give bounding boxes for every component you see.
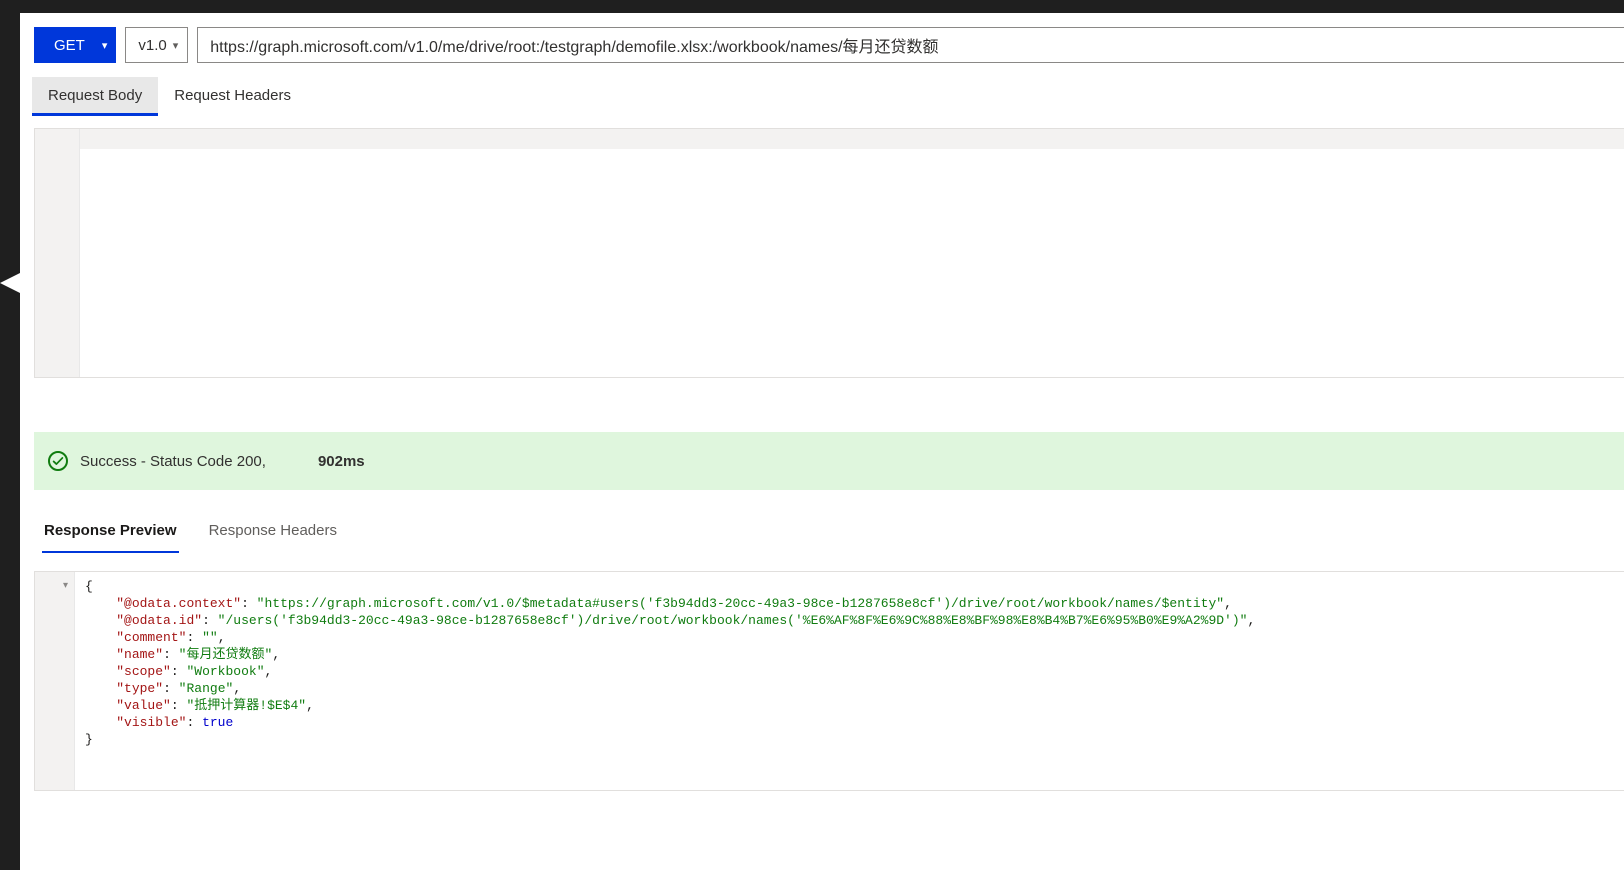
api-version-select[interactable]: v1.0 ▾ <box>125 27 188 63</box>
status-bar: Success - Status Code 200, 902ms <box>34 432 1624 490</box>
request-url-input[interactable] <box>197 27 1624 63</box>
response-json[interactable]: { "@odata.context": "https://graph.micro… <box>75 572 1624 790</box>
tab-label: Response Headers <box>209 522 337 539</box>
tab-response-headers[interactable]: Response Headers <box>193 512 353 553</box>
tab-request-body[interactable]: Request Body <box>32 77 158 116</box>
query-bar: GET ▾ v1.0 ▾ <box>20 13 1624 63</box>
success-icon <box>48 451 68 471</box>
editor-gutter <box>35 129 80 377</box>
tab-response-preview[interactable]: Response Preview <box>28 512 193 553</box>
response-gutter: ▾ <box>35 572 75 790</box>
response-tabs: Response Preview Response Headers <box>20 490 1624 553</box>
tab-request-headers[interactable]: Request Headers <box>158 77 307 116</box>
chevron-down-icon: ▾ <box>173 39 179 52</box>
tab-label: Request Body <box>48 87 142 104</box>
chevron-down-icon: ▾ <box>99 27 117 63</box>
tab-label: Request Headers <box>174 87 291 104</box>
response-duration: 902ms <box>318 453 365 470</box>
fold-icon[interactable]: ▾ <box>35 577 74 594</box>
tab-label: Response Preview <box>44 522 177 539</box>
api-version-label: v1.0 <box>138 37 166 54</box>
status-text: Success - Status Code 200, <box>80 453 266 470</box>
request-body-editor[interactable] <box>34 128 1624 378</box>
sidebar-notch <box>0 273 20 293</box>
http-method-label: GET <box>34 27 99 63</box>
editor-body[interactable] <box>80 129 1624 377</box>
response-preview: ▾ { "@odata.context": "https://graph.mic… <box>34 571 1624 791</box>
http-method-select[interactable]: GET ▾ <box>34 27 116 63</box>
request-tabs: Request Body Request Headers <box>20 63 1624 116</box>
